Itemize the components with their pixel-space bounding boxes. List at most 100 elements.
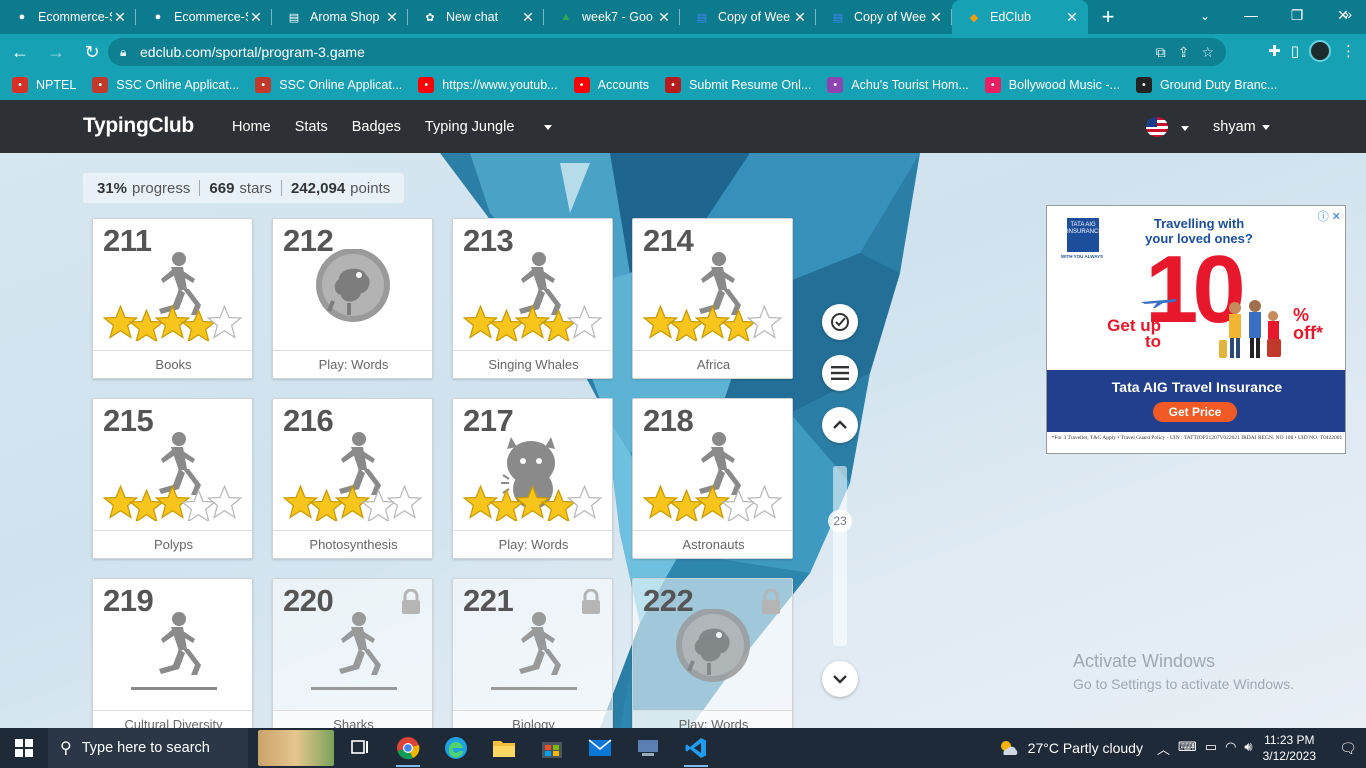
tab-0[interactable]: ● Ecommerce-S ✕ xyxy=(0,0,136,34)
advertisement[interactable]: TATA AIG INSURANCE WITH YOU ALWAYS Travel… xyxy=(1046,205,1346,454)
tab-3[interactable]: ✿ New chat ✕ xyxy=(408,0,544,34)
lesson-scrollbar[interactable] xyxy=(833,466,847,646)
us-flag-icon[interactable] xyxy=(1146,117,1168,137)
bookmark-item[interactable]: • Bollywood Music -... xyxy=(984,77,1120,93)
volume-icon[interactable]: 🔊︎ xyxy=(1244,739,1252,758)
lesson-card[interactable]: 218 Astronauts xyxy=(632,398,793,559)
browser-menu-icon[interactable]: ⋮ xyxy=(1341,42,1356,60)
microsoft-store-icon[interactable] xyxy=(528,728,576,768)
lesson-card[interactable]: 220 Sharks xyxy=(272,578,433,728)
translate-icon[interactable]: ⧉ xyxy=(1156,44,1166,61)
lesson-card[interactable]: 212 Play: Words xyxy=(272,218,433,379)
language-chevron-down-icon[interactable] xyxy=(1181,126,1189,131)
bookmarks-overflow-icon[interactable]: » xyxy=(1344,6,1352,22)
close-window-icon[interactable]: ✕ xyxy=(1320,0,1366,30)
close-tab-icon[interactable]: ✕ xyxy=(656,9,672,26)
show-hidden-icons-icon[interactable]: ︿ xyxy=(1157,739,1170,758)
lesson-card[interactable]: 221 Biology xyxy=(452,578,613,728)
lesson-card[interactable]: 214 Africa xyxy=(632,218,793,379)
bookmark-item[interactable]: • Achu's Tourist Hom... xyxy=(827,77,969,93)
clock-date: 3/12/2023 xyxy=(1262,749,1316,763)
chrome-icon[interactable] xyxy=(384,728,432,768)
close-tab-icon[interactable]: ✕ xyxy=(928,9,944,26)
tab-2[interactable]: ▤ Aroma Shop ✕ xyxy=(272,0,408,34)
url-text[interactable]: edclub.com/sportal/program-3.game xyxy=(140,44,1156,60)
meet-now-icon[interactable]: ⌨︎ xyxy=(1178,739,1197,758)
side-panel-icon[interactable]: ▯ xyxy=(1291,42,1299,60)
check-circle-icon[interactable] xyxy=(822,304,858,340)
lesson-card[interactable]: 222 Play: Words xyxy=(632,578,793,728)
tab-search-chevron-icon[interactable]: ⌄ xyxy=(1190,4,1220,28)
windows-start-icon[interactable] xyxy=(0,728,48,768)
close-tab-icon[interactable]: ✕ xyxy=(520,9,536,26)
bookmark-item[interactable]: • Ground Duty Branc... xyxy=(1135,77,1277,93)
close-tab-icon[interactable]: ✕ xyxy=(112,9,128,26)
ad-fine-print: *For 3 Traveller, T&C Apply • Travel Gua… xyxy=(1051,435,1343,441)
tab-7[interactable]: ◆ EdClub ✕ xyxy=(952,0,1088,34)
minimize-icon[interactable]: — xyxy=(1228,0,1274,30)
site-logo[interactable]: TypingClub xyxy=(83,114,194,138)
forward-arrow-icon[interactable]: → xyxy=(40,36,72,68)
close-tab-icon[interactable]: ✕ xyxy=(1064,9,1080,26)
lesson-card[interactable]: 216 Photosynthesis xyxy=(272,398,433,559)
nav-typing-jungle[interactable]: Typing Jungle xyxy=(425,119,553,135)
lesson-card[interactable]: 219 Cultural Diversity xyxy=(92,578,253,728)
search-highlight-image[interactable] xyxy=(258,730,334,766)
tab-6[interactable]: ▤ Copy of Wee ✕ xyxy=(816,0,952,34)
lock-icon[interactable]: 🔒︎ xyxy=(120,45,140,60)
file-explorer-icon[interactable] xyxy=(480,728,528,768)
lesson-card[interactable]: 211 Books xyxy=(92,218,253,379)
menu-list-icon[interactable] xyxy=(822,355,858,391)
lesson-card[interactable]: 215 Polyps xyxy=(92,398,253,559)
edge-icon[interactable] xyxy=(432,728,480,768)
taskbar-search[interactable]: ⚲ Type here to search xyxy=(48,728,248,768)
nav-badges[interactable]: Badges xyxy=(352,119,401,135)
clock[interactable]: 11:23 PM 3/12/2023 xyxy=(1263,732,1316,764)
lesson-card[interactable]: 213 Singing Whales xyxy=(452,218,613,379)
star-filled-icon xyxy=(540,308,577,343)
reload-icon[interactable]: ↻ xyxy=(76,36,108,68)
tab-4[interactable]: ▲ week7 - Goo ✕ xyxy=(544,0,680,34)
profile-avatar[interactable] xyxy=(1309,40,1331,62)
back-arrow-icon[interactable]: ← xyxy=(4,36,36,68)
bookmark-item[interactable]: • SSC Online Applicat... xyxy=(92,77,239,93)
restore-icon[interactable]: ❐ xyxy=(1274,0,1320,30)
tab-5[interactable]: ▤ Copy of Wee ✕ xyxy=(680,0,816,34)
lesson-card[interactable]: 217 Play: Words xyxy=(452,398,613,559)
close-tab-icon[interactable]: ✕ xyxy=(384,9,400,26)
user-menu[interactable]: shyam xyxy=(1213,119,1270,135)
notifications-icon[interactable]: 🗨︎ xyxy=(1330,740,1366,757)
new-tab-icon[interactable]: + xyxy=(1088,0,1128,34)
get-price-button[interactable]: Get Price xyxy=(1153,402,1237,422)
bookmark-item[interactable]: • Accounts xyxy=(573,77,649,93)
bookmark-item[interactable]: • SSC Online Applicat... xyxy=(255,77,402,93)
bookmark-star-icon[interactable]: ☆ xyxy=(1201,44,1214,61)
desktop-app-icon[interactable] xyxy=(624,728,672,768)
close-tab-icon[interactable]: ✕ xyxy=(792,9,808,26)
bookmark-item[interactable]: • Submit Resume Onl... xyxy=(665,77,811,93)
close-tab-icon[interactable]: ✕ xyxy=(248,9,264,26)
tab-title: Copy of Wee xyxy=(718,10,791,24)
tab-1[interactable]: ● Ecommerce-S ✕ xyxy=(136,0,272,34)
wifi-icon[interactable]: ◠ xyxy=(1225,739,1236,758)
nav-home[interactable]: Home xyxy=(232,119,271,135)
ad-info-close-icon[interactable]: ⓘ ✕ xyxy=(1318,208,1341,224)
battery-icon[interactable]: ▭ xyxy=(1205,739,1217,758)
address-bar[interactable]: 🔒︎ edclub.com/sportal/program-3.game ⧉ ⇪… xyxy=(108,38,1226,66)
task-view-icon[interactable] xyxy=(336,728,384,768)
share-icon[interactable]: ⇪ xyxy=(1178,44,1190,61)
bookmark-item[interactable]: • https://www.youtub... xyxy=(418,77,558,93)
mail-icon[interactable] xyxy=(576,728,624,768)
scroll-position-indicator[interactable]: 23 xyxy=(828,510,852,532)
username: shyam xyxy=(1213,119,1256,135)
scroll-down-icon[interactable] xyxy=(822,661,858,697)
extensions-icon[interactable]: ✚ xyxy=(1268,42,1281,60)
lesson-title: Polyps xyxy=(93,530,252,558)
bookmark-item[interactable]: • NPTEL xyxy=(12,77,76,93)
weather-widget[interactable]: 27°C Partly cloudy xyxy=(998,739,1143,757)
vscode-icon[interactable] xyxy=(672,728,720,768)
scroll-up-icon[interactable] xyxy=(822,407,858,443)
nav-stats[interactable]: Stats xyxy=(295,119,328,135)
star-rating xyxy=(102,481,243,523)
lesson-title: Africa xyxy=(633,350,792,378)
